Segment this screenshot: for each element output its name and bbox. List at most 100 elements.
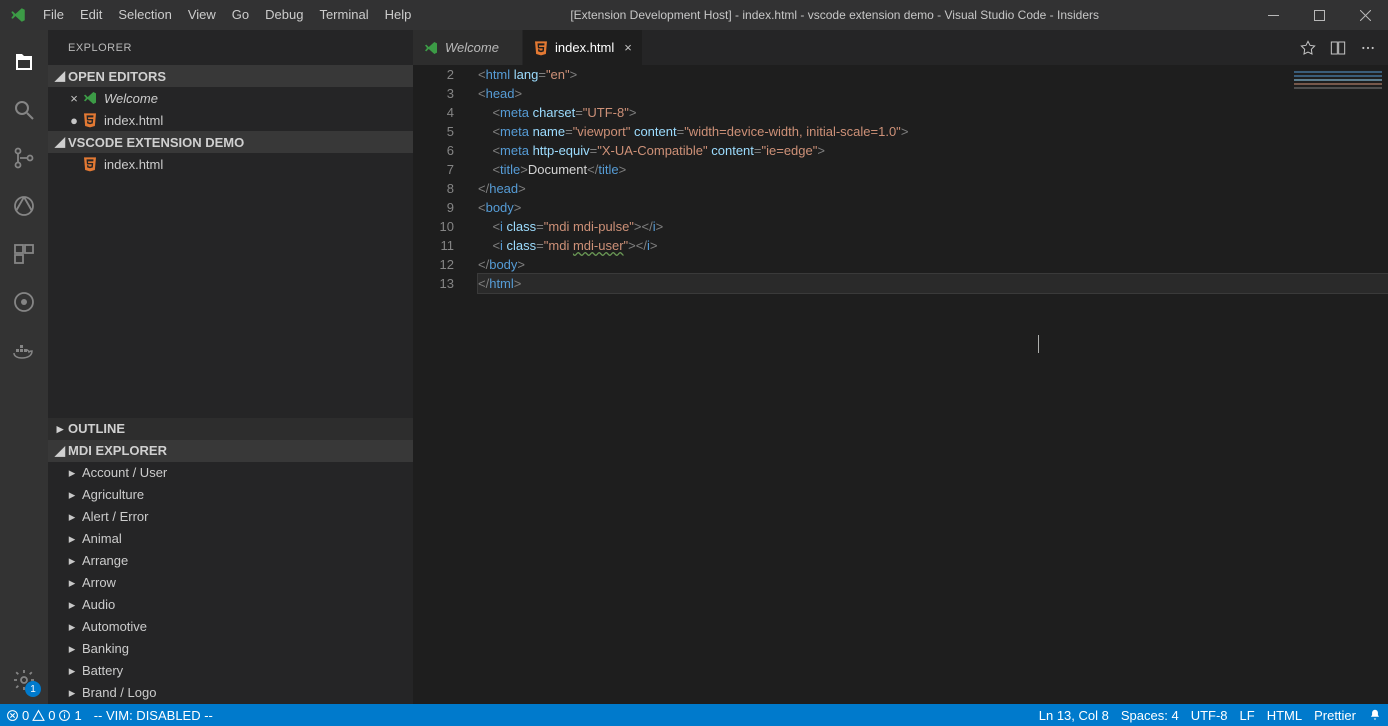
file-item[interactable]: index.html <box>48 153 413 175</box>
split-editor-icon[interactable] <box>1330 40 1346 56</box>
debug-tab[interactable] <box>0 182 48 230</box>
menu-view[interactable]: View <box>180 0 224 30</box>
mdi-category[interactable]: ▸Agriculture <box>48 484 413 506</box>
chevron-right-icon: ▸ <box>66 509 78 525</box>
sidebar-title: EXPLORER <box>48 30 413 65</box>
warning-count: 0 <box>48 708 55 723</box>
activity-bar: 1 <box>0 30 48 704</box>
outline-header[interactable]: ▸OUTLINE <box>48 418 413 440</box>
info-count: 1 <box>74 708 81 723</box>
mdi-category[interactable]: ▸Arrange <box>48 550 413 572</box>
window-title: [Extension Development Host] - index.htm… <box>419 8 1250 22</box>
workspace-header[interactable]: ◢VSCODE EXTENSION DEMO <box>48 131 413 153</box>
category-label: Alert / Error <box>82 509 148 524</box>
problems-status[interactable]: 0 0 1 <box>0 704 88 726</box>
maximize-button[interactable] <box>1296 0 1342 30</box>
close-icon[interactable]: × <box>66 91 82 106</box>
mdi-category[interactable]: ▸ Animal <box>48 528 413 550</box>
vim-status[interactable]: -- VIM: DISABLED -- <box>88 704 219 726</box>
main-area: 1 EXPLORER ◢OPEN EDITORS ×Welcome●index.… <box>0 30 1388 704</box>
prettier-status-icon[interactable] <box>1300 40 1316 56</box>
code-line[interactable]: <i class="mdi mdi-user"></i> <box>478 236 1388 255</box>
mdi-category[interactable]: ▸Brand / Logo <box>48 682 413 704</box>
tab-welcome[interactable]: Welcome <box>413 30 523 65</box>
close-button[interactable] <box>1342 0 1388 30</box>
encoding-status[interactable]: UTF-8 <box>1185 704 1234 726</box>
mdi-explorer-label: MDI EXPLORER <box>68 443 167 458</box>
close-icon[interactable]: × <box>624 40 632 55</box>
code-line[interactable]: <meta http-equiv="X-UA-Compatible" conte… <box>478 141 1388 160</box>
code-line[interactable]: <meta name="viewport" content="width=dev… <box>478 122 1388 141</box>
explorer-tab[interactable] <box>0 38 48 86</box>
code-line[interactable]: <head> <box>478 84 1388 103</box>
code-editor[interactable]: 2345678910111213 <html lang="en"><head> … <box>413 65 1388 704</box>
chevron-right-icon: ▸ <box>66 531 78 547</box>
file-icon <box>82 156 98 172</box>
extensions-tab[interactable] <box>0 230 48 278</box>
minimize-button[interactable] <box>1250 0 1296 30</box>
code-line[interactable]: <meta charset="UTF-8"> <box>478 103 1388 122</box>
menu-go[interactable]: Go <box>224 0 257 30</box>
error-count: 0 <box>22 708 29 723</box>
mdi-category[interactable]: ▸Battery <box>48 660 413 682</box>
file-name: index.html <box>104 113 163 128</box>
docker-tab[interactable] <box>0 326 48 374</box>
menu-edit[interactable]: Edit <box>72 0 110 30</box>
dirty-icon[interactable]: ● <box>66 113 82 128</box>
tab-index-html[interactable]: index.html × <box>523 30 643 65</box>
title-bar: FileEditSelectionViewGoDebugTerminalHelp… <box>0 0 1388 30</box>
mdi-category[interactable]: ▸Account / User <box>48 462 413 484</box>
sidebar: EXPLORER ◢OPEN EDITORS ×Welcome ● index.ht… <box>48 30 413 704</box>
formatter-status[interactable]: Prettier <box>1308 704 1362 726</box>
code-line[interactable]: <body> <box>478 198 1388 217</box>
chevron-right-icon: ▸ <box>66 619 78 635</box>
eol-status[interactable]: LF <box>1234 704 1261 726</box>
remote-tab[interactable] <box>0 278 48 326</box>
chevron-right-icon: ▸ <box>66 663 78 679</box>
category-label: Agriculture <box>82 487 144 502</box>
file-name: index.html <box>104 157 163 172</box>
code-line[interactable]: </html> <box>478 274 1388 293</box>
cursor-position[interactable]: Ln 13, Col 8 <box>1033 704 1115 726</box>
mdi-category[interactable]: ▸ Automotive <box>48 616 413 638</box>
open-editor-item[interactable]: ● index.html <box>48 109 413 131</box>
scm-tab[interactable] <box>0 134 48 182</box>
code-line[interactable]: </body> <box>478 255 1388 274</box>
mdi-explorer-header[interactable]: ◢MDI EXPLORER <box>48 440 413 462</box>
minimap[interactable] <box>1288 65 1388 704</box>
indentation-status[interactable]: Spaces: 4 <box>1115 704 1185 726</box>
category-label: Brand / Logo <box>82 685 156 700</box>
app-logo <box>0 6 35 24</box>
menu-help[interactable]: Help <box>377 0 420 30</box>
tab-label: index.html <box>555 40 614 55</box>
category-label: Audio <box>82 597 115 612</box>
text-cursor <box>1038 335 1039 353</box>
more-icon[interactable] <box>1360 40 1376 56</box>
category-label: Automotive <box>82 619 147 634</box>
code-line[interactable]: </head> <box>478 179 1388 198</box>
menu-file[interactable]: File <box>35 0 72 30</box>
editor-actions <box>1288 30 1388 65</box>
settings-gear[interactable]: 1 <box>0 656 48 704</box>
mdi-category[interactable]: ▸Banking <box>48 638 413 660</box>
code-content[interactable]: <html lang="en"><head> <meta charset="UT… <box>478 65 1388 704</box>
mdi-category[interactable]: ▸ Alert / Error <box>48 506 413 528</box>
code-line[interactable]: <i class="mdi mdi-pulse"></i> <box>478 217 1388 236</box>
open-editor-item[interactable]: ×Welcome <box>48 87 413 109</box>
menu-selection[interactable]: Selection <box>110 0 179 30</box>
menu-debug[interactable]: Debug <box>257 0 311 30</box>
settings-badge: 1 <box>25 681 41 697</box>
mdi-category[interactable]: ▸Arrow <box>48 572 413 594</box>
editor-area: Welcome index.html × 2345678910111213 <htm… <box>413 30 1388 704</box>
search-tab[interactable] <box>0 86 48 134</box>
code-line[interactable]: <html lang="en"> <box>478 65 1388 84</box>
category-label: Banking <box>82 641 129 656</box>
category-label: Animal <box>82 531 122 546</box>
menu-terminal[interactable]: Terminal <box>311 0 376 30</box>
open-editors-header[interactable]: ◢OPEN EDITORS <box>48 65 413 87</box>
code-line[interactable]: <title>Document</title> <box>478 160 1388 179</box>
language-status[interactable]: HTML <box>1261 704 1308 726</box>
mdi-category[interactable]: ▸Audio <box>48 594 413 616</box>
chevron-down-icon: ◢ <box>52 134 68 150</box>
notifications-icon[interactable] <box>1362 704 1388 726</box>
